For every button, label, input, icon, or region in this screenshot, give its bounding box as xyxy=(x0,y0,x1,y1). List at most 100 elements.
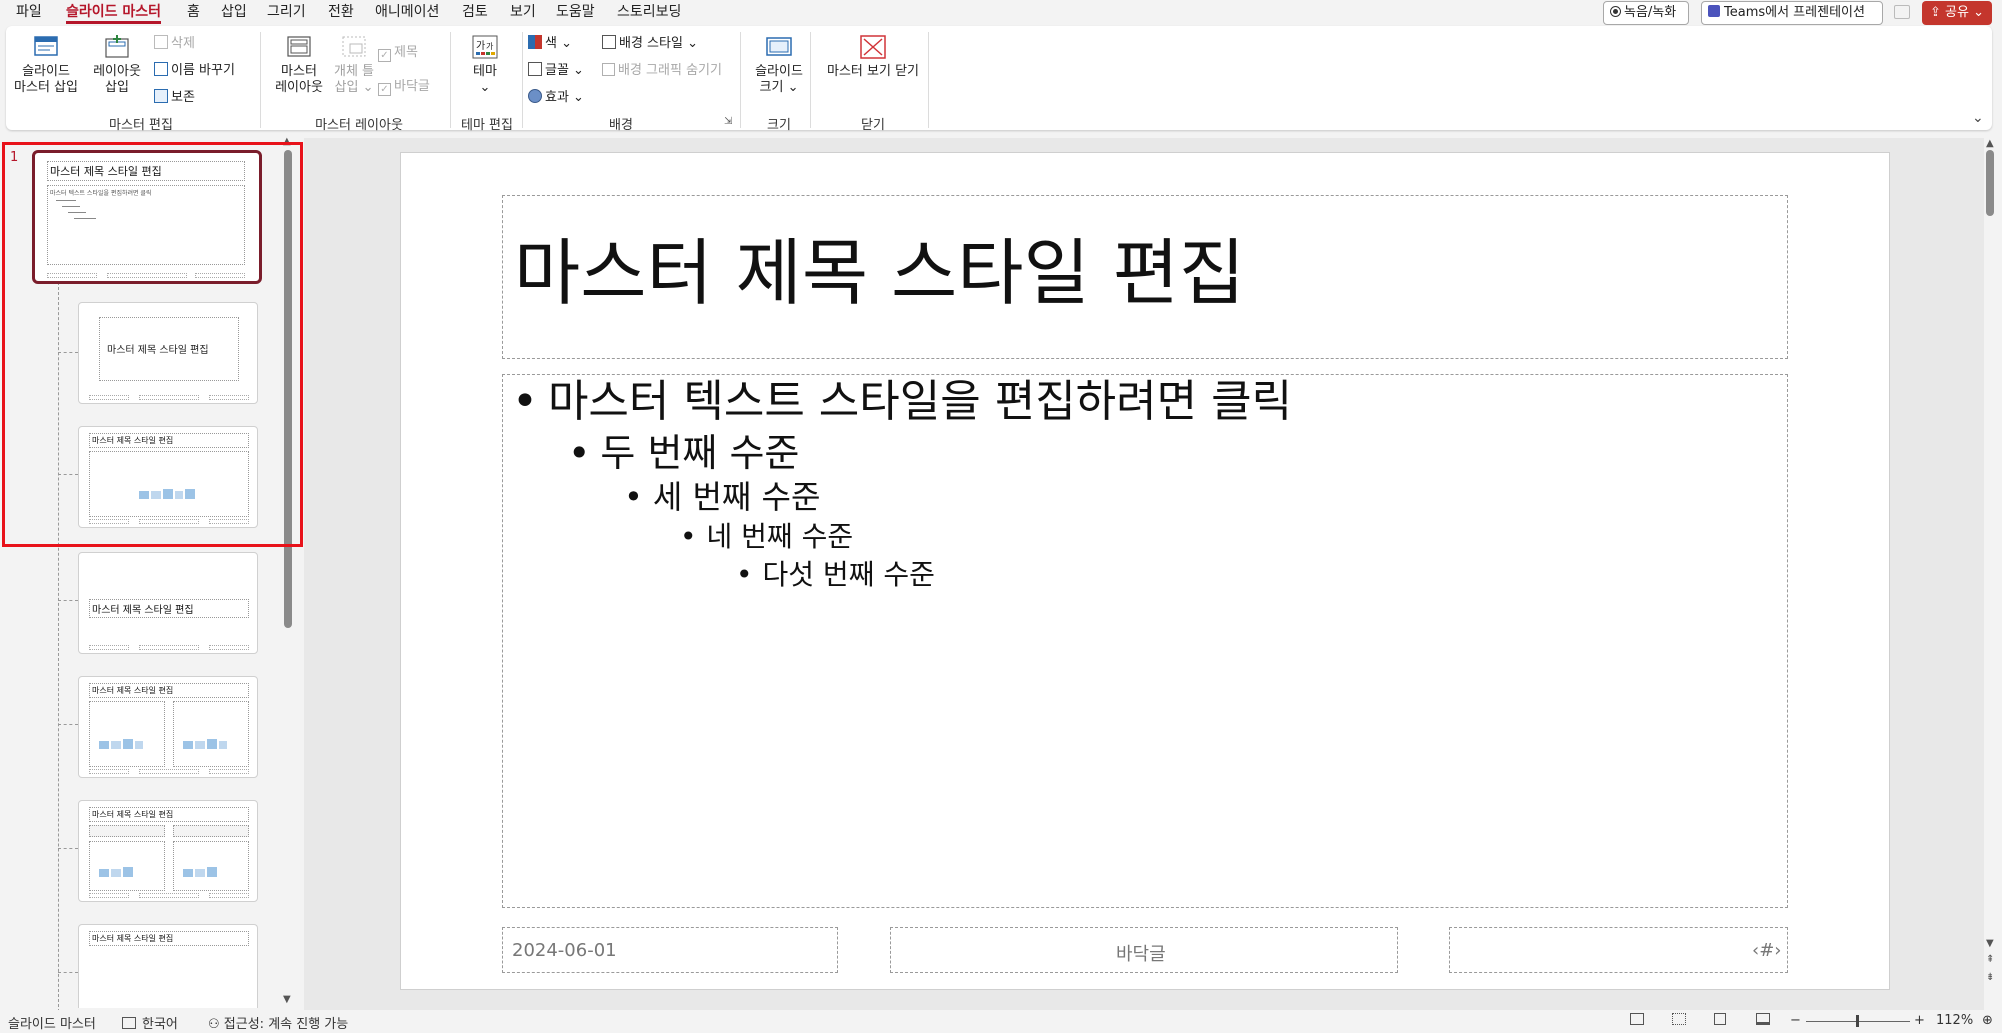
tab-help[interactable]: 도움말 xyxy=(556,2,595,24)
reading-view-icon[interactable] xyxy=(1714,1013,1726,1028)
colors-button[interactable]: 색 ⌄ xyxy=(528,34,572,54)
scroll-down-icon[interactable]: ▼ xyxy=(1986,938,1994,949)
insert-placeholder-button[interactable]: 개체 틀 삽입 ⌄ xyxy=(328,34,380,96)
accessibility-indicator[interactable]: ⚇ 접근성: 계속 진행 가능 xyxy=(208,1013,348,1032)
tab-review[interactable]: 검토 xyxy=(462,2,488,24)
tab-draw[interactable]: 그리기 xyxy=(267,2,306,24)
colors-icon xyxy=(528,35,542,49)
collapse-ribbon-icon[interactable]: ⌄ xyxy=(1972,108,1984,128)
layout-tree-branch xyxy=(58,474,78,475)
theme-button[interactable]: 가가 테마 ⌄ xyxy=(460,34,510,96)
fit-to-window-icon[interactable]: ⊕ xyxy=(1982,1013,1993,1028)
body-level-2[interactable]: • 두 번째 수준 xyxy=(568,428,799,478)
thumb-footer xyxy=(139,519,199,524)
background-styles-icon xyxy=(602,35,616,49)
normal-view-icon[interactable] xyxy=(1630,1013,1644,1028)
thumb-title: 마스터 제목 스타일 편집 xyxy=(89,931,249,946)
slideshow-icon[interactable] xyxy=(1756,1013,1770,1028)
slide-size-button[interactable]: 슬라이드 크기 ⌄ xyxy=(746,34,812,96)
slide-scrollbar[interactable] xyxy=(1986,150,1994,216)
thumbnail-layout-two-content[interactable]: 마스터 제목 스타일 편집 xyxy=(78,676,258,778)
thumbnail-layout-title-only[interactable]: 마스터 제목 스타일 편집 xyxy=(78,924,258,1008)
tab-home[interactable]: 홈 xyxy=(187,2,200,24)
thumb-footer xyxy=(209,395,249,400)
next-slide-icon[interactable]: ⇟ xyxy=(1986,972,1994,983)
thumb-heading-left xyxy=(89,825,165,837)
thumb-title: 마스터 제목 스타일 편집 xyxy=(47,161,245,181)
slide-title[interactable]: 마스터 제목 스타일 편집 xyxy=(514,228,1245,318)
insert-slide-master-button[interactable]: 슬라이드 마스터 삽입 xyxy=(14,34,78,96)
thumb-content-icons xyxy=(183,739,227,749)
thumb-line xyxy=(68,212,86,213)
preserve-label: 보존 xyxy=(171,90,195,105)
zoom-in-button[interactable]: + xyxy=(1914,1013,1925,1028)
record-label: 녹음/녹화 xyxy=(1624,5,1677,20)
record-button[interactable]: 녹음/녹화 xyxy=(1603,1,1689,25)
tab-insert[interactable]: 삽입 xyxy=(221,2,247,24)
thumbnail-layout-title-content[interactable]: 마스터 제목 스타일 편집 xyxy=(78,426,258,528)
layout-tree-branch xyxy=(58,352,78,353)
footer-checkbox[interactable]: ✓ 바닥글 xyxy=(378,77,430,97)
slide-size-label-1: 슬라이드 xyxy=(755,64,803,79)
zoom-level[interactable]: 112% xyxy=(1936,1013,1973,1028)
tab-file[interactable]: 파일 xyxy=(16,2,42,24)
scroll-up-icon[interactable]: ▲ xyxy=(1986,138,1994,149)
background-styles-button[interactable]: 배경 스타일 ⌄ xyxy=(602,34,698,54)
fonts-button[interactable]: 글꼴 ⌄ xyxy=(528,61,584,81)
record-icon xyxy=(1610,6,1621,17)
thumbnail-slide-master[interactable]: 마스터 제목 스타일 편집 마스터 텍스트 스타일을 편집하려면 클릭 xyxy=(32,150,262,284)
delete-icon xyxy=(154,35,168,49)
tab-transitions[interactable]: 전환 xyxy=(328,2,354,24)
ribbon: 슬라이드 마스터 삽입 레이아웃 삽입 삭제 이름 바꾸기 보존 마스터 편집 … xyxy=(6,26,1992,133)
rename-button[interactable]: 이름 바꾸기 xyxy=(154,61,235,81)
close-master-view-button[interactable]: 마스터 보기 닫기 xyxy=(818,34,928,80)
thumbnail-scrollbar[interactable] xyxy=(284,150,292,628)
slide-sorter-icon[interactable] xyxy=(1672,1013,1686,1028)
thumbnail-layout-section-header[interactable]: 마스터 제목 스타일 편집 xyxy=(78,552,258,654)
effects-label: 효과 xyxy=(545,90,569,105)
slide-number-placeholder[interactable] xyxy=(1449,927,1788,973)
tab-slide-master[interactable]: 슬라이드 마스터 xyxy=(66,2,162,24)
group-divider xyxy=(260,32,261,128)
teams-present-button[interactable]: Teams에서 프레젠테이션 xyxy=(1701,1,1883,25)
tab-view[interactable]: 보기 xyxy=(510,2,536,24)
group-divider xyxy=(928,32,929,128)
scroll-down-icon[interactable]: ▼ xyxy=(283,994,291,1005)
preserve-button[interactable]: 보존 xyxy=(154,88,195,108)
title-checkbox[interactable]: ✓ 제목 xyxy=(378,43,418,63)
insert-layout-button[interactable]: 레이아웃 삽입 xyxy=(90,34,144,96)
thumb-line xyxy=(62,206,80,207)
effects-button[interactable]: 효과 ⌄ xyxy=(528,88,584,108)
zoom-slider-thumb[interactable] xyxy=(1856,1015,1859,1027)
previous-slide-icon[interactable]: ⇞ xyxy=(1986,954,1994,965)
thumb-content-icons xyxy=(183,867,217,877)
scroll-up-icon[interactable]: ▲ xyxy=(283,136,291,147)
body-level-2-text: 두 번째 수준 xyxy=(600,431,800,475)
dialog-launcher-icon[interactable]: ⇲ xyxy=(724,112,732,132)
footer-date: 2024-06-01 xyxy=(512,940,617,961)
language-indicator[interactable]: 한국어 xyxy=(122,1013,178,1032)
thumb-content-icons xyxy=(99,739,143,749)
body-level-3[interactable]: • 세 번째 수준 xyxy=(624,476,820,518)
master-layout-icon xyxy=(287,36,311,57)
thumb-line xyxy=(56,200,76,201)
layout-icon xyxy=(105,35,129,58)
master-layout-button[interactable]: 마스터 레이아웃 xyxy=(268,34,330,96)
hide-background-checkbox[interactable]: 배경 그래픽 숨기기 xyxy=(602,61,722,81)
thumbnail-layout-comparison[interactable]: 마스터 제목 스타일 편집 xyxy=(78,800,258,902)
zoom-out-button[interactable]: − xyxy=(1790,1013,1801,1028)
rename-label: 이름 바꾸기 xyxy=(171,63,235,78)
colors-label: 색 xyxy=(545,36,557,51)
footer-slide-number: ‹#› xyxy=(1752,940,1782,961)
thumb-title: 마스터 제목 스타일 편집 xyxy=(89,683,249,698)
body-level-1[interactable]: • 마스터 텍스트 스타일을 편집하려면 클릭 xyxy=(512,374,1292,430)
share-button[interactable]: ⇪ 공유 ⌄ xyxy=(1922,1,1992,25)
body-level-4[interactable]: • 네 번째 수준 xyxy=(680,518,853,556)
thumbnail-layout-title-slide[interactable]: 마스터 제목 스타일 편집 xyxy=(78,302,258,404)
master-layout-label-1: 마스터 xyxy=(281,64,317,79)
tab-storyboarding[interactable]: 스토리보딩 xyxy=(617,2,681,24)
body-level-5[interactable]: • 다섯 번째 수준 xyxy=(736,556,935,594)
delete-button[interactable]: 삭제 xyxy=(154,34,195,54)
tab-animations[interactable]: 애니메이션 xyxy=(375,2,439,24)
comment-icon[interactable] xyxy=(1894,5,1910,19)
